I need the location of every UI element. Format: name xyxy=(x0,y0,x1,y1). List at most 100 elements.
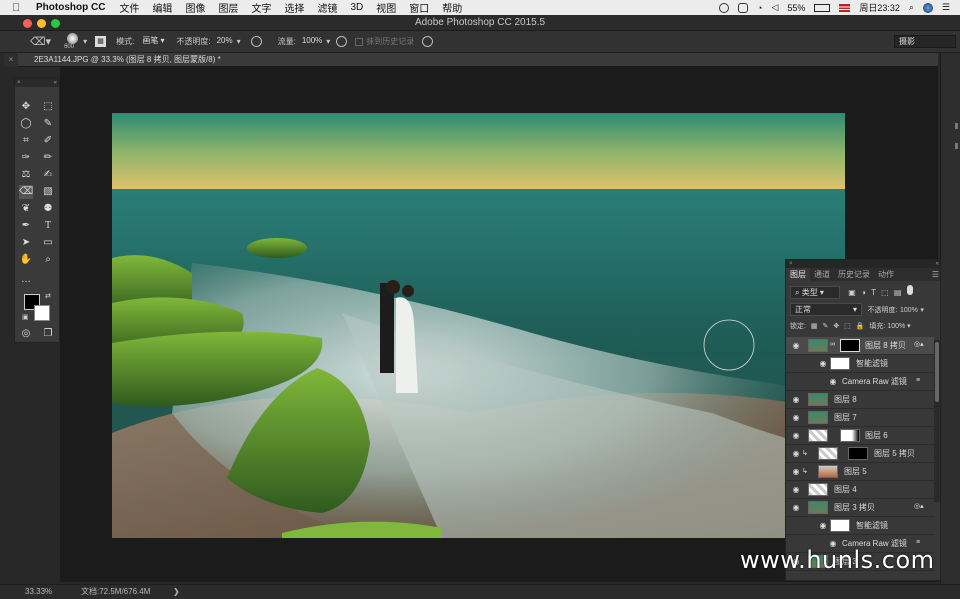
visibility-eye-icon[interactable]: ◉ xyxy=(818,521,828,531)
visibility-eye-icon[interactable]: ◉ xyxy=(818,359,828,369)
layer-thumbnail[interactable] xyxy=(808,339,828,352)
move-tool-icon[interactable]: ✥ xyxy=(19,100,33,114)
tools-panel-header[interactable]: × « xyxy=(15,79,59,87)
lasso-tool-icon[interactable]: ◯ xyxy=(19,117,33,131)
filter-mask-thumbnail[interactable] xyxy=(830,357,850,370)
layer-name[interactable]: 图层 5 拷贝 xyxy=(874,445,915,463)
zoom-window-button[interactable] xyxy=(51,19,60,28)
right-dock-strip[interactable] xyxy=(940,53,960,584)
app-menu[interactable]: Photoshop CC xyxy=(36,2,105,13)
layer-name[interactable]: 图层 3 拷贝 xyxy=(834,499,875,517)
layer-row[interactable]: ◉ 图层 7 xyxy=(786,409,934,427)
layer-mask-thumbnail[interactable] xyxy=(840,339,860,352)
lock-pixels-icon[interactable]: ✎ xyxy=(822,323,828,330)
rectangle-tool-icon[interactable]: ▭ xyxy=(41,236,55,250)
layer-thumbnail[interactable] xyxy=(818,447,838,460)
layer-row[interactable]: ◉ ↳ 图层 5 xyxy=(786,463,934,481)
layer-thumbnail[interactable] xyxy=(818,465,838,478)
pen-tool-icon[interactable]: ✒ xyxy=(19,219,33,233)
quick-selection-tool-icon[interactable]: ✎ xyxy=(41,117,55,131)
screen-mode-icon[interactable]: ❐ xyxy=(41,327,55,341)
filter-shape-icon[interactable]: ⬚ xyxy=(881,288,889,297)
hand-tool-icon[interactable]: ✋ xyxy=(19,253,33,267)
minimize-window-button[interactable] xyxy=(37,19,46,28)
layer-row[interactable]: ◉ ↳ 图层 5 拷贝 xyxy=(786,445,934,463)
menu-window[interactable]: 窗口 xyxy=(409,0,429,15)
layer-opacity-value[interactable]: 100% xyxy=(900,307,918,314)
layer-name[interactable]: 智能滤镜 xyxy=(856,517,888,535)
close-window-button[interactable] xyxy=(23,19,32,28)
layers-panel-header[interactable]: × « xyxy=(786,260,940,268)
smart-filter-indicator-icon[interactable]: ◎▴ xyxy=(914,502,924,510)
status-menu-arrow-icon[interactable]: ❯ xyxy=(173,585,180,599)
layer-name[interactable]: 图层 8 拷贝 xyxy=(865,337,906,355)
more-tools-icon[interactable]: … xyxy=(19,273,33,287)
opacity-field[interactable]: 20% xyxy=(213,35,237,48)
layer-row[interactable]: ◉ 智能滤镜 xyxy=(786,517,934,535)
path-selection-tool-icon[interactable]: ➤ xyxy=(19,236,33,250)
layer-mask-thumbnail[interactable] xyxy=(840,429,860,442)
fill-dropdown-icon[interactable]: ▾ xyxy=(907,323,911,330)
layer-name[interactable]: Camera Raw 滤镜 xyxy=(842,373,907,391)
filter-type-icon[interactable]: T xyxy=(871,288,876,297)
filter-pixel-icon[interactable]: ▣ xyxy=(848,288,856,297)
menu-filter[interactable]: 滤镜 xyxy=(317,0,337,15)
brush-panel-icon[interactable]: ▦ xyxy=(95,36,107,47)
swap-colors-icon[interactable]: ⇄ xyxy=(45,292,51,300)
lock-transparent-icon[interactable]: ▦ xyxy=(811,323,818,330)
opacity-dropdown-icon[interactable]: ▾ xyxy=(237,37,241,46)
apple-menu-icon[interactable]:  xyxy=(12,2,26,14)
clone-stamp-tool-icon[interactable]: ⚖ xyxy=(19,168,33,182)
layer-name[interactable]: 图层 7 xyxy=(834,409,857,427)
panel-menu-icon[interactable]: ☰ xyxy=(932,268,940,281)
eraser-tool-icon[interactable]: ⌫ xyxy=(19,185,33,199)
dock-grip-icon[interactable] xyxy=(955,143,958,149)
layer-row[interactable]: ◉ 智能滤镜 xyxy=(786,355,934,373)
layer-thumbnail[interactable] xyxy=(808,483,828,496)
siri-icon[interactable] xyxy=(922,2,933,13)
filter-adjustment-icon[interactable]: ◑ xyxy=(861,288,866,297)
layer-thumbnail[interactable] xyxy=(808,501,828,514)
opacity-pressure-icon[interactable] xyxy=(250,36,262,47)
menu-edit[interactable]: 编辑 xyxy=(152,0,172,15)
eraser-tool-preset-icon[interactable]: ⌫▾ xyxy=(30,35,51,48)
zoom-level[interactable]: 33.33% xyxy=(25,585,52,599)
visibility-eye-icon[interactable]: ◉ xyxy=(791,341,801,351)
layer-row[interactable]: ◉ 图层 8 xyxy=(786,391,934,409)
filter-options-icon[interactable]: ≡ xyxy=(916,377,920,384)
tab-history[interactable]: 历史记录 xyxy=(834,268,874,281)
lock-position-icon[interactable]: ✥ xyxy=(833,323,839,330)
quick-mask-icon[interactable]: ◎ xyxy=(19,327,33,341)
lock-all-icon[interactable]: 🔒 xyxy=(856,323,865,330)
healing-brush-tool-icon[interactable]: ✑ xyxy=(19,151,33,165)
filter-options-icon[interactable]: ≡ xyxy=(916,539,920,546)
menu-3d[interactable]: 3D xyxy=(350,2,363,13)
history-checkbox[interactable] xyxy=(355,37,364,46)
layer-row[interactable]: ◉ 图层 3 拷贝 ◎▴ xyxy=(786,499,934,517)
default-colors-icon[interactable]: ▣ xyxy=(22,313,29,321)
visibility-eye-icon[interactable]: ◉ xyxy=(791,431,801,441)
history-brush-tool-icon[interactable]: ✍ xyxy=(41,168,55,182)
layer-row[interactable]: ◉ Camera Raw 滤镜 ≡ xyxy=(786,373,934,391)
airbrush-icon[interactable] xyxy=(336,36,348,47)
brush-preview[interactable]: 600 xyxy=(63,32,83,52)
layer-name[interactable]: 图层 4 xyxy=(834,481,857,499)
battery-icon[interactable] xyxy=(814,3,831,12)
blend-mode-select[interactable]: 正常 ▾ xyxy=(790,303,862,316)
close-tab-icon[interactable]: × xyxy=(4,53,18,67)
marquee-tool-icon[interactable]: ⬚ xyxy=(41,100,55,114)
layer-name[interactable]: 图层 5 xyxy=(844,463,867,481)
gradient-tool-icon[interactable]: ▧ xyxy=(41,185,55,199)
menu-help[interactable]: 帮助 xyxy=(442,0,462,15)
visibility-eye-icon[interactable]: ◉ xyxy=(791,503,801,513)
menu-type[interactable]: 文字 xyxy=(251,0,271,15)
eyedropper-tool-icon[interactable]: ✐ xyxy=(41,134,55,148)
flow-field[interactable]: 100% xyxy=(298,35,326,48)
type-tool-icon[interactable]: T xyxy=(41,219,55,233)
workspace-select[interactable]: 摄影 xyxy=(894,35,956,48)
layer-thumbnail[interactable] xyxy=(808,429,828,442)
layer-row[interactable]: ◉ ∞ 图层 8 拷贝 ◎▴ xyxy=(786,337,934,355)
zoom-tool-icon[interactable]: ⌕ xyxy=(41,253,55,267)
filter-kind-select[interactable]: ⌕ 类型 ▾ xyxy=(790,286,840,299)
tab-actions[interactable]: 动作 xyxy=(874,268,898,281)
